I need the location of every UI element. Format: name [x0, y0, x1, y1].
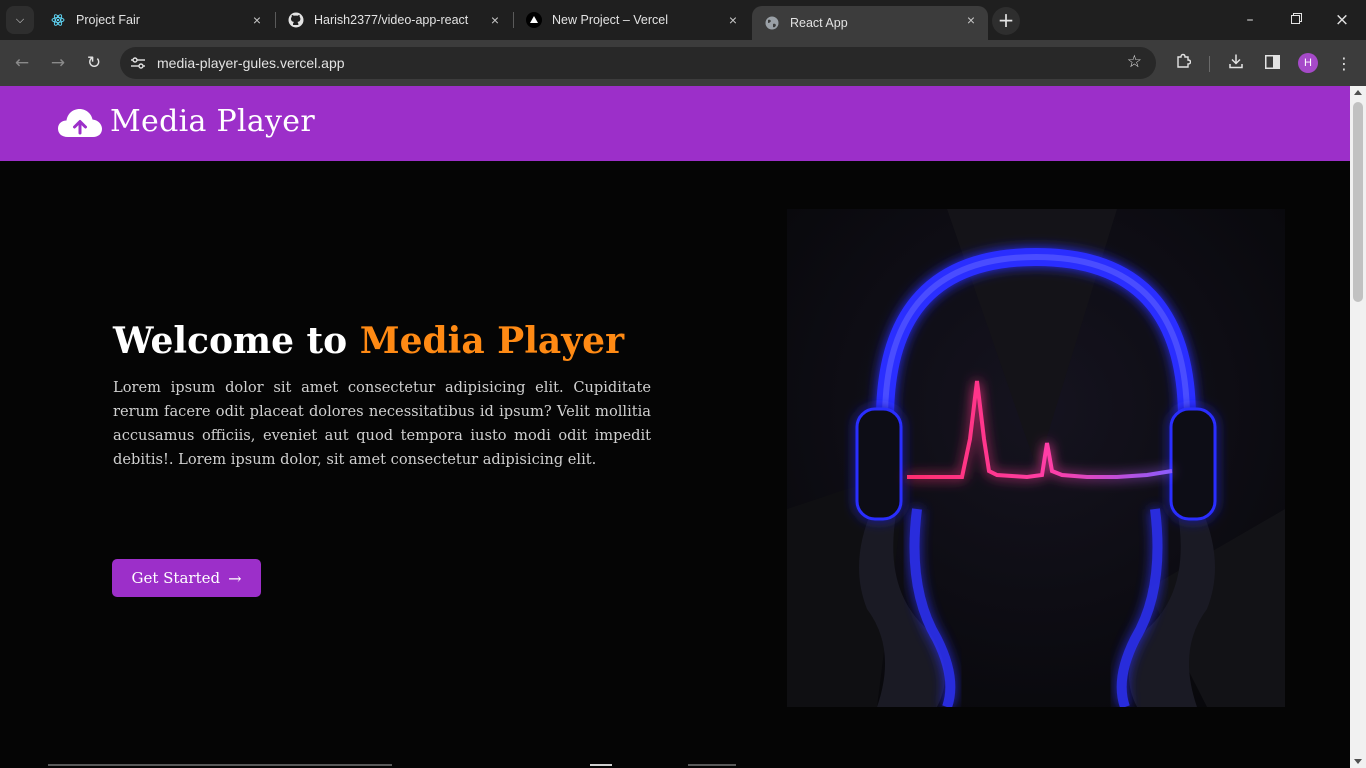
brand-title[interactable]: Media Player — [110, 104, 315, 139]
tab-vercel[interactable]: New Project – Vercel × — [514, 0, 750, 40]
puzzle-icon — [1175, 53, 1192, 73]
close-tab-icon[interactable]: × — [250, 13, 264, 27]
bookmark-star-icon[interactable]: ☆ — [1127, 52, 1142, 72]
profile-avatar[interactable]: H — [1298, 53, 1318, 73]
divider — [48, 764, 392, 766]
page-scrollbar[interactable] — [1350, 86, 1366, 768]
side-panel-button[interactable] — [1257, 48, 1287, 78]
chevron-down-icon: ⌵ — [15, 13, 25, 26]
tab-github[interactable]: Harish2377/video-app-react × — [276, 0, 512, 40]
browser-toolbar: ← → ↻ media-player-gules.vercel.app ☆ H … — [0, 40, 1366, 86]
headphones-heartbeat-illustration — [787, 209, 1285, 709]
get-started-label: Get Started — [131, 569, 221, 587]
divider — [590, 764, 612, 766]
arrow-left-icon: ← — [14, 53, 30, 73]
back-button[interactable]: ← — [7, 48, 37, 78]
divider — [688, 764, 736, 766]
tab-search-button[interactable]: ⌵ — [6, 6, 34, 34]
downloads-button[interactable] — [1221, 48, 1251, 78]
cloud-upload-icon[interactable] — [57, 108, 103, 138]
browser-menu-button[interactable]: ⋮ — [1329, 48, 1359, 78]
tab-title: Project Fair — [76, 13, 140, 27]
download-icon — [1228, 53, 1244, 73]
scrollbar-thumb[interactable] — [1353, 102, 1363, 302]
hero-title-prefix: Welcome to — [113, 320, 360, 362]
url-text: media-player-gules.vercel.app — [157, 55, 345, 71]
site-settings-icon[interactable] — [128, 53, 148, 73]
get-started-button[interactable]: Get Started → — [112, 559, 261, 597]
close-tab-icon[interactable]: × — [964, 13, 978, 27]
github-icon — [288, 12, 304, 28]
minimize-icon: – — [1246, 12, 1254, 28]
new-tab-button[interactable]: + — [992, 7, 1020, 35]
browser-tab-strip: ⌵ Project Fair × Harish2377/video-app-re… — [0, 0, 1366, 40]
site-navbar: Media Player — [0, 86, 1350, 161]
scroll-down-arrow-icon[interactable] — [1354, 759, 1362, 764]
toolbar-separator — [1209, 56, 1210, 72]
more-vertical-icon: ⋮ — [1336, 53, 1352, 73]
reload-icon: ↻ — [86, 53, 102, 73]
close-tab-icon[interactable]: × — [488, 13, 502, 27]
tab-title: New Project – Vercel — [552, 13, 669, 27]
restore-icon — [1290, 12, 1302, 28]
close-icon: × — [1334, 10, 1350, 30]
tab-react-app[interactable]: React App × — [752, 6, 988, 40]
arrow-right-icon: → — [228, 568, 242, 588]
forward-button[interactable]: → — [43, 48, 73, 78]
close-tab-icon[interactable]: × — [726, 13, 740, 27]
extensions-button[interactable] — [1168, 48, 1198, 78]
arrow-right-icon: → — [50, 53, 66, 73]
tab-title: React App — [790, 16, 848, 30]
side-panel-icon — [1264, 54, 1280, 73]
vercel-icon — [526, 12, 542, 28]
minimize-button[interactable]: – — [1227, 0, 1273, 40]
globe-icon — [764, 15, 780, 31]
hero-description: Lorem ipsum dolor sit amet consectetur a… — [113, 379, 651, 468]
tab-title: Harish2377/video-app-react — [314, 13, 469, 27]
page-viewport: Media Player Welcome to Media Player Lor… — [0, 86, 1350, 768]
tab-project-fair[interactable]: Project Fair × — [38, 0, 274, 40]
plus-icon: + — [997, 8, 1015, 32]
reload-button[interactable]: ↻ — [79, 48, 109, 78]
react-icon — [50, 12, 66, 28]
address-bar[interactable]: media-player-gules.vercel.app ☆ — [120, 47, 1156, 79]
hero-title-accent: Media Player — [359, 320, 625, 362]
hero-title: Welcome to Media Player — [113, 320, 624, 362]
restore-button[interactable] — [1273, 0, 1319, 40]
close-window-button[interactable]: × — [1319, 0, 1365, 40]
scroll-up-arrow-icon[interactable] — [1354, 90, 1362, 95]
